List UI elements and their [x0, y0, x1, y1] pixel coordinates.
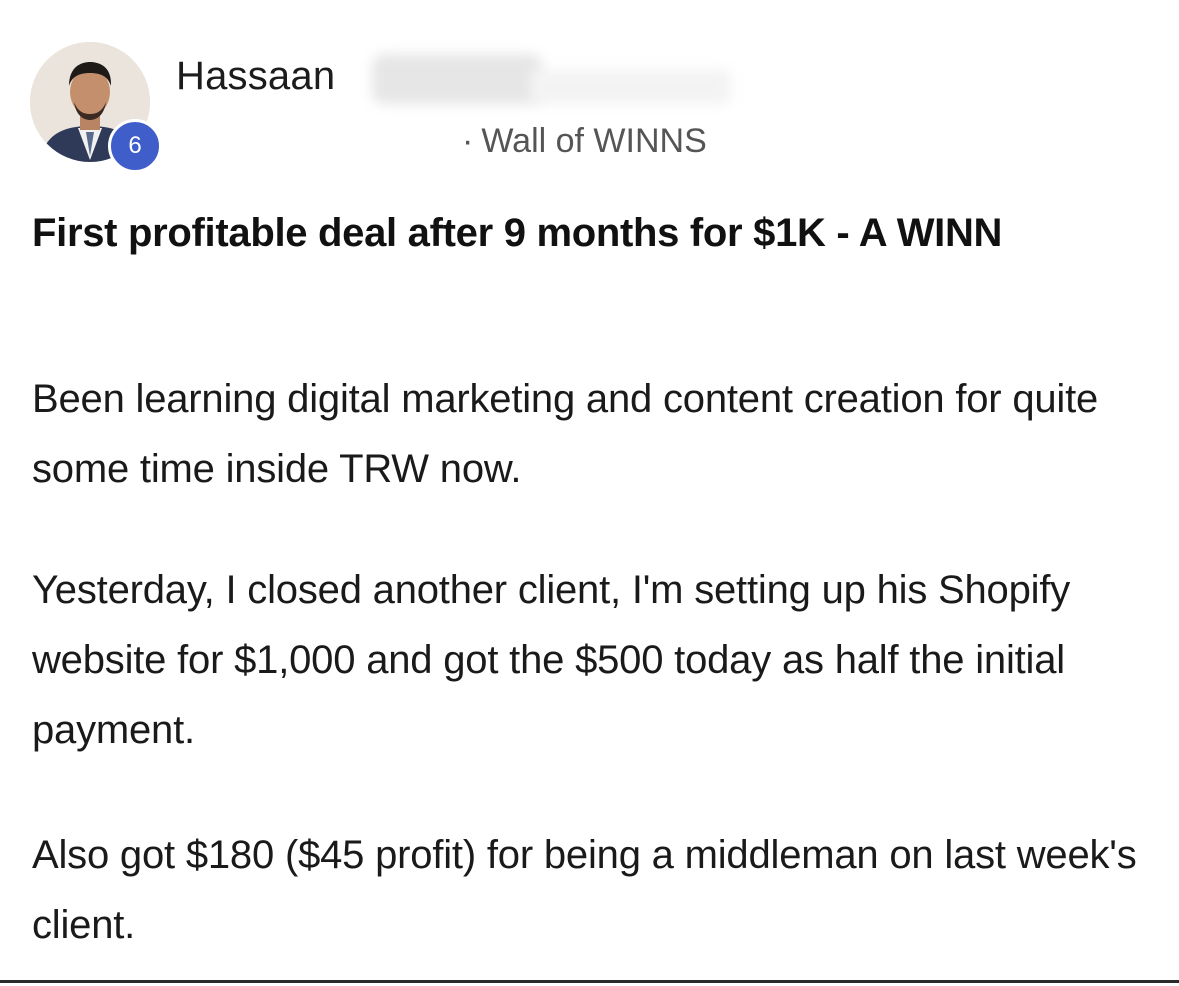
separator-dot: ·: [462, 122, 474, 160]
post-title: First profitable deal after 9 months for…: [32, 211, 1003, 255]
avatar[interactable]: 6: [30, 42, 162, 173]
body-paragraph: Yesterday, I closed another client, I'm …: [32, 568, 1071, 752]
author-name[interactable]: Hassaan: [176, 54, 335, 99]
redacted-area: [530, 70, 730, 104]
level-badge: 6: [108, 119, 162, 173]
divider: [0, 980, 1179, 983]
body-paragraph: Been learning digital marketing and cont…: [32, 377, 1099, 491]
post-card: 6 Hassaan · Wall of WINNS First profitabl…: [0, 0, 1179, 986]
redacted-surname: [372, 54, 542, 104]
channel-name: Wall of WINNS: [481, 122, 707, 160]
body-paragraph: Also got $180 ($45 profit) for being a m…: [32, 833, 1137, 947]
channel-label[interactable]: · Wall of WINNS: [462, 122, 707, 161]
